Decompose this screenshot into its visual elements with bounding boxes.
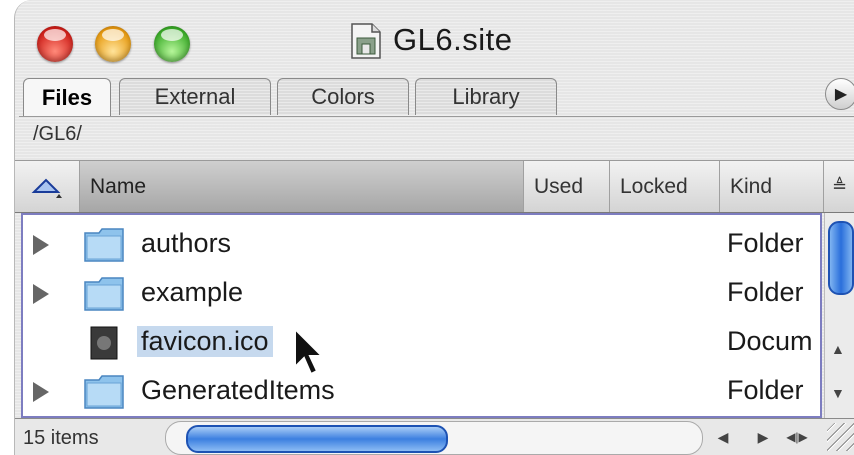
tab-library[interactable]: Library (415, 78, 557, 115)
file-kind: Folder (727, 375, 804, 405)
scroll-left-icon[interactable]: ◀ (711, 425, 735, 449)
folder-icon (84, 277, 124, 311)
disclosure-triangle-icon[interactable] (33, 382, 49, 402)
sort-order-button[interactable] (15, 161, 79, 212)
path-bar: /GL6/ (19, 116, 854, 153)
file-name: authors (141, 228, 232, 258)
status-bar: 15 items ◀ ▶ ◀|▶ (15, 418, 854, 455)
site-window: GL6.site Files External Colors Library ▶… (14, 0, 854, 455)
file-kind: Folder (727, 228, 804, 258)
disclosure-triangle-icon[interactable] (33, 235, 49, 255)
column-header: Name Used Locked Kind ≜ (15, 160, 854, 213)
tab-bar: Files External Colors Library ▶ (15, 78, 854, 116)
sort-triangle-icon (31, 178, 62, 198)
list-item[interactable]: GeneratedItems Folder (23, 368, 820, 416)
mouse-pointer-icon (294, 327, 325, 376)
column-locked[interactable]: Locked (609, 161, 719, 212)
scroll-down-icon[interactable]: ▼ (831, 385, 845, 401)
folder-icon (84, 228, 124, 262)
tab-external[interactable]: External (119, 78, 271, 115)
list-item[interactable]: example Folder (23, 270, 820, 318)
tab-files[interactable]: Files (23, 78, 111, 116)
item-count: 15 items (23, 427, 99, 449)
window-title: GL6.site (393, 22, 513, 57)
list-item[interactable]: favicon.ico Docum (23, 319, 820, 367)
file-kind: Docum (727, 326, 813, 356)
file-name: favicon.ico (137, 326, 273, 357)
window-resize-handle[interactable] (827, 423, 854, 451)
vertical-scroll-thumb[interactable] (828, 221, 854, 295)
column-resize-icon[interactable]: ◀|▶ (785, 425, 809, 449)
file-name: GeneratedItems (141, 375, 335, 405)
file-name: example (141, 277, 244, 307)
folder-icon (84, 375, 124, 409)
column-options-icon[interactable]: ≜ (823, 161, 854, 212)
column-kind[interactable]: Kind (719, 161, 823, 212)
file-kind: Folder (727, 277, 804, 307)
zoom-button[interactable] (154, 26, 190, 62)
current-path: /GL6/ (33, 123, 82, 145)
minimize-button[interactable] (95, 26, 131, 62)
vertical-scrollbar[interactable]: ▲ ▼ (824, 213, 854, 418)
scroll-up-icon[interactable]: ▲ (831, 341, 845, 357)
list-item[interactable]: authors Folder (23, 221, 820, 269)
tab-colors[interactable]: Colors (277, 78, 409, 115)
column-name[interactable]: Name (79, 161, 523, 212)
horizontal-scrollbar[interactable] (165, 421, 703, 455)
disclosure-triangle-icon[interactable] (33, 284, 49, 304)
site-document-icon (351, 23, 381, 59)
column-used[interactable]: Used (523, 161, 609, 212)
document-icon (90, 326, 118, 360)
horizontal-scroll-thumb[interactable] (186, 425, 448, 453)
tab-menu-arrow-icon[interactable]: ▶ (825, 78, 854, 110)
scroll-right-icon[interactable]: ▶ (751, 425, 775, 449)
close-button[interactable] (37, 26, 73, 62)
file-list: authors Folder example Folder favicon.ic… (21, 213, 822, 418)
